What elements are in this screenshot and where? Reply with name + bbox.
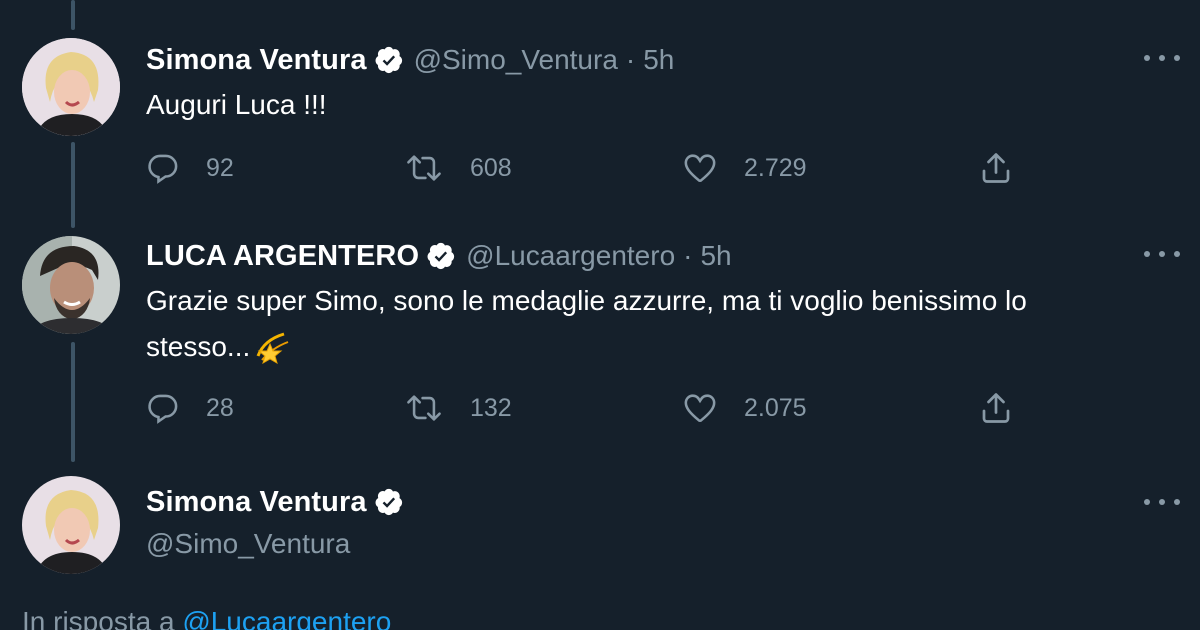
tweet-text-line-2: stesso...	[146, 324, 1156, 370]
like-button[interactable]: 2.075	[682, 388, 807, 428]
retweet-button[interactable]: 608	[404, 148, 512, 188]
avatar-simona[interactable]	[22, 476, 120, 574]
reply-count: 92	[206, 153, 234, 182]
more-icon[interactable]	[1144, 46, 1180, 70]
tweet-simona-2[interactable]: Simona Ventura @Simo_Ventura	[0, 476, 1200, 596]
more-icon[interactable]	[1144, 490, 1180, 514]
reply-button[interactable]: 28	[146, 388, 234, 428]
author-name[interactable]: Simona Ventura	[146, 44, 367, 77]
like-icon	[684, 154, 716, 183]
author-handle[interactable]: @Simo_Ventura	[414, 44, 618, 76]
dizzy-star-emoji	[254, 330, 292, 365]
tweet-text: Auguri Luca !!!	[146, 89, 327, 120]
tweet-header: Simona Ventura @Simo_Ventura · 5h	[146, 40, 674, 80]
retweet-button[interactable]: 132	[404, 388, 512, 428]
verified-icon	[426, 241, 456, 271]
reply-prefix: In risposta a	[22, 606, 175, 630]
tweet-simona-1[interactable]: Simona Ventura @Simo_Ventura · 5h Auguri…	[0, 38, 1200, 218]
reply-mention-link[interactable]: @Lucaargentero	[182, 606, 391, 630]
reply-icon	[148, 154, 178, 184]
retweet-count: 132	[470, 393, 512, 422]
reply-icon	[148, 394, 178, 424]
tweet-header: Simona Ventura	[146, 482, 404, 522]
author-name[interactable]: Simona Ventura	[146, 486, 367, 519]
author-handle[interactable]: @Simo_Ventura	[146, 528, 350, 560]
share-button[interactable]	[978, 388, 1014, 428]
like-count: 2.075	[744, 393, 807, 422]
reply-context: In risposta a @Lucaargentero	[22, 606, 391, 630]
tweet-luca[interactable]: LUCA ARGENTERO @Lucaargentero · 5h Grazi…	[0, 236, 1200, 446]
avatar-luca[interactable]	[22, 236, 120, 334]
tweet-text-line-1: Grazie super Simo, sono le medaglie azzu…	[146, 285, 1027, 316]
tweet-actions: 92 608 2.729	[146, 148, 1026, 188]
verified-icon	[374, 487, 404, 517]
like-button[interactable]: 2.729	[682, 148, 807, 188]
retweet-icon	[407, 155, 441, 181]
reply-button[interactable]: 92	[146, 148, 234, 188]
tweet-time[interactable]: 5h	[643, 44, 674, 76]
like-count: 2.729	[744, 153, 807, 182]
share-button[interactable]	[978, 148, 1014, 188]
avatar-simona[interactable]	[22, 38, 120, 136]
author-name[interactable]: LUCA ARGENTERO	[146, 240, 419, 273]
more-icon[interactable]	[1144, 242, 1180, 266]
share-icon	[982, 393, 1010, 423]
separator-dot: ·	[683, 240, 693, 271]
tweet-header: LUCA ARGENTERO @Lucaargentero · 5h	[146, 236, 732, 276]
reply-count: 28	[206, 393, 234, 422]
like-icon	[684, 394, 716, 423]
author-handle[interactable]: @Lucaargentero	[466, 240, 675, 272]
tweet-thread: Simona Ventura @Simo_Ventura · 5h Auguri…	[0, 0, 1200, 630]
share-icon	[982, 153, 1010, 183]
retweet-count: 608	[470, 153, 512, 182]
verified-icon	[374, 45, 404, 75]
tweet-actions: 28 132 2.075	[146, 388, 1026, 428]
thread-line-top	[71, 0, 75, 30]
tweet-text-line-2-text: stesso...	[146, 331, 251, 362]
tweet-text: Grazie super Simo, sono le medaglie azzu…	[146, 278, 1156, 370]
tweet-time[interactable]: 5h	[700, 240, 731, 272]
retweet-icon	[407, 395, 441, 421]
separator-dot: ·	[625, 44, 636, 75]
